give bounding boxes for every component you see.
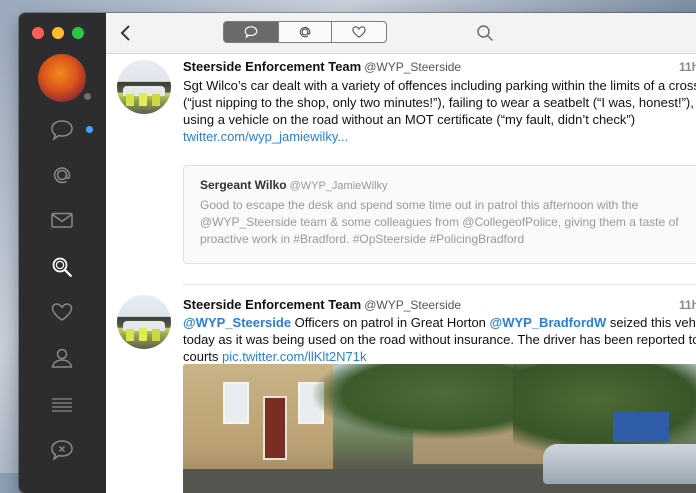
app-window: Steerside Enforcement Team @WYP_Steerside… — [19, 13, 696, 493]
zoom-window-button[interactable] — [72, 27, 84, 39]
chevron-left-icon — [120, 25, 130, 41]
heart-icon — [51, 303, 73, 321]
person-icon — [51, 348, 73, 368]
tweet-photo[interactable] — [183, 364, 696, 493]
tweet-mention[interactable]: @WYP_Steerside — [183, 315, 291, 330]
tweet-header: Steerside Enforcement Team @WYP_Steerside — [183, 59, 461, 74]
tweet-author-handle[interactable]: @WYP_Steerside — [364, 60, 461, 74]
tab-conversations[interactable] — [223, 21, 279, 43]
tweet-link[interactable]: pic.twitter.com/llKlt2N71k — [222, 349, 367, 364]
tweet-link[interactable]: twitter.com/wyp_jamiewilky... — [183, 129, 348, 144]
tweet-text-content: Sgt Wilco’s car dealt with a variety of … — [183, 78, 696, 127]
tweet-text: @WYP_Steerside Officers on patrol in Gre… — [183, 314, 696, 365]
search-icon — [477, 25, 493, 41]
speech-bubble-icon — [51, 120, 73, 141]
toolbar — [106, 13, 696, 54]
timeline: Steerside Enforcement Team @WYP_Steerside… — [106, 54, 696, 493]
tweet-avatar[interactable] — [117, 60, 171, 114]
back-button[interactable] — [116, 21, 136, 45]
at-sign-icon — [53, 167, 71, 184]
tab-likes[interactable] — [331, 21, 387, 43]
quoted-author-name[interactable]: Sergeant Wilko — [200, 178, 287, 192]
list-icon — [52, 398, 72, 412]
account-avatar[interactable] — [38, 54, 86, 102]
sidebar-item-likes[interactable] — [45, 297, 79, 327]
tweet-author-name[interactable]: Steerside Enforcement Team — [183, 297, 361, 312]
muted-bubble-icon — [51, 440, 73, 461]
tweet-author-name[interactable]: Steerside Enforcement Team — [183, 59, 361, 74]
at-sign-icon — [299, 26, 311, 38]
tweet-author-handle[interactable]: @WYP_Steerside — [364, 298, 461, 312]
tweet-avatar[interactable] — [117, 295, 171, 349]
unread-indicator — [86, 126, 93, 133]
tweet-divider — [183, 284, 696, 285]
search-button[interactable] — [474, 22, 496, 44]
sidebar-item-muted[interactable] — [45, 435, 79, 465]
minimize-window-button[interactable] — [52, 27, 64, 39]
close-window-button[interactable] — [32, 27, 44, 39]
envelope-icon — [51, 212, 73, 228]
heart-icon — [352, 26, 366, 38]
tweet-mention[interactable]: @WYP_BradfordW — [490, 315, 607, 330]
sidebar-item-lists[interactable] — [45, 390, 79, 420]
magnifier-icon — [52, 257, 72, 277]
sidebar-item-search[interactable] — [45, 252, 79, 282]
sidebar-item-mentions[interactable] — [45, 160, 79, 190]
account-status-dot — [84, 93, 91, 100]
tab-mentions[interactable] — [278, 21, 332, 43]
tweet-header: Steerside Enforcement Team @WYP_Steerside — [183, 297, 461, 312]
quoted-tweet[interactable]: Sergeant Wilko @WYP_JamieWilky Good to es… — [183, 165, 696, 264]
quoted-tweet-text: Good to escape the desk and spend some t… — [200, 198, 679, 246]
tweet-text-content: Officers on patrol in Great Horton — [291, 315, 490, 330]
tweet-timestamp: 11h — [678, 298, 696, 312]
sidebar — [19, 13, 106, 493]
speech-bubble-icon — [244, 26, 258, 39]
quoted-tweet-header: Sergeant Wilko @WYP_JamieWilky — [200, 178, 388, 192]
sidebar-item-timeline[interactable] — [45, 115, 79, 145]
sidebar-item-messages[interactable] — [45, 205, 79, 235]
sidebar-item-profile[interactable] — [45, 343, 79, 373]
tweet-timestamp: 11h — [678, 60, 696, 74]
quoted-author-handle[interactable]: @WYP_JamieWilky — [290, 180, 388, 192]
tweet-text: Sgt Wilco’s car dealt with a variety of … — [183, 77, 696, 145]
